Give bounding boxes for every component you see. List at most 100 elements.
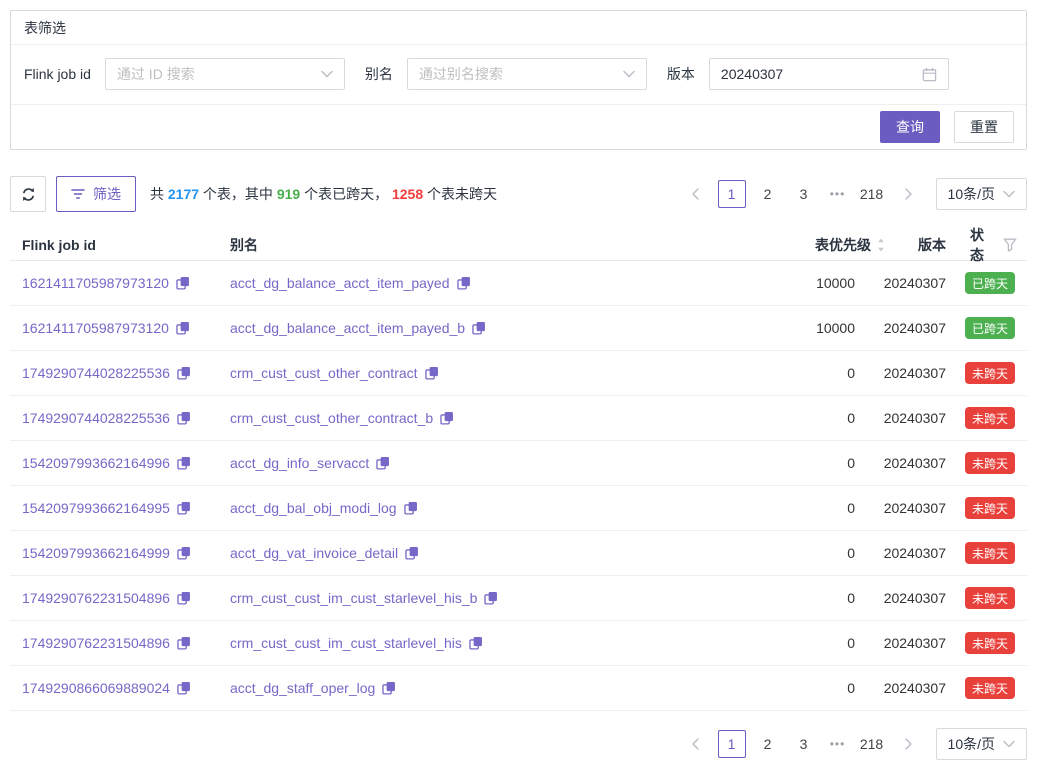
page-button-1[interactable]: 1 [718, 180, 746, 208]
alias-link[interactable]: crm_cust_cust_other_contract [230, 365, 418, 381]
status-badge: 未跨天 [965, 407, 1015, 429]
table-body: 1621411705987973120 acct_dg_balance_acct_… [10, 261, 1027, 711]
status-cell: 已跨天 [958, 272, 1027, 294]
priority-cell: 10000 [720, 320, 886, 336]
next-page-button[interactable] [894, 730, 922, 758]
copy-icon[interactable] [177, 591, 191, 605]
version-date-input[interactable] [721, 66, 922, 82]
filter-toggle-button[interactable]: 筛选 [56, 176, 136, 212]
funnel-icon[interactable] [1003, 238, 1017, 252]
status-cell: 已跨天 [958, 317, 1027, 339]
status-badge: 未跨天 [965, 677, 1015, 699]
copy-icon[interactable] [177, 681, 191, 695]
copy-icon[interactable] [376, 456, 390, 470]
alias-link[interactable]: acct_dg_vat_invoice_detail [230, 545, 398, 561]
alias-cell: crm_cust_cust_im_cust_starlevel_his [218, 635, 720, 651]
copy-icon[interactable] [472, 321, 486, 335]
summary-segment: 个表，其中 [199, 186, 277, 202]
copy-icon[interactable] [440, 411, 454, 425]
filter-card-header: 表筛选 [11, 11, 1026, 45]
alias-label: 别名 [365, 64, 393, 84]
table-row: 1749290866069889024 acct_dg_staff_oper_lo… [10, 666, 1027, 711]
copy-icon[interactable] [177, 456, 191, 470]
table-row: 1749290744028225536 crm_cust_cust_other_c… [10, 396, 1027, 441]
page-size-select[interactable]: 10条/页 [936, 178, 1027, 210]
reset-button[interactable]: 重置 [954, 111, 1014, 143]
alias-cell: acct_dg_balance_acct_item_payed_b [218, 320, 720, 336]
summary-count: 919 [277, 186, 300, 202]
copy-icon[interactable] [405, 546, 419, 560]
copy-icon[interactable] [177, 546, 191, 560]
page-button-3[interactable]: 3 [790, 180, 818, 208]
alias-cell: acct_dg_info_servacct [218, 455, 720, 471]
copy-icon[interactable] [404, 501, 418, 515]
page-size-select[interactable]: 10条/页 [936, 728, 1027, 760]
page-ellipsis[interactable]: ••• [826, 187, 850, 201]
page-button-2[interactable]: 2 [754, 180, 782, 208]
status-cell: 未跨天 [958, 497, 1027, 519]
copy-icon[interactable] [177, 501, 191, 515]
prev-page-button[interactable] [682, 730, 710, 758]
status-badge: 未跨天 [965, 497, 1015, 519]
copy-icon[interactable] [176, 276, 190, 290]
column-header-job-id: Flink job id [10, 237, 218, 253]
alias-link[interactable]: acct_dg_staff_oper_log [230, 680, 375, 696]
page-button-218[interactable]: 218 [858, 180, 886, 208]
copy-icon[interactable] [176, 321, 190, 335]
table-row: 1542097993662164995 acct_dg_bal_obj_modi_… [10, 486, 1027, 531]
pagination-top: 123 ••• 218 10条/页 [682, 178, 1027, 210]
alias-link[interactable]: acct_dg_balance_acct_item_payed [230, 275, 450, 291]
table-row: 1542097993662164996 acct_dg_info_servacct… [10, 441, 1027, 486]
alias-link[interactable]: crm_cust_cust_im_cust_starlevel_his [230, 635, 462, 651]
job-id-link[interactable]: 1749290744028225536 [22, 410, 170, 426]
job-id-link[interactable]: 1542097993662164996 [22, 455, 170, 471]
job-id-link[interactable]: 1749290744028225536 [22, 365, 170, 381]
job-id-link[interactable]: 1749290762231504896 [22, 635, 170, 651]
alias-link[interactable]: crm_cust_cust_im_cust_starlevel_his_b [230, 590, 477, 606]
status-cell: 未跨天 [958, 632, 1027, 654]
priority-cell: 0 [720, 410, 886, 426]
version-cell: 20240307 [886, 590, 958, 606]
priority-cell: 10000 [720, 275, 886, 291]
prev-page-button[interactable] [682, 180, 710, 208]
filter-card-title: 表筛选 [24, 18, 66, 38]
copy-icon[interactable] [177, 411, 191, 425]
filter-toggle-label: 筛选 [93, 184, 121, 204]
copy-icon[interactable] [425, 366, 439, 380]
alias-placeholder: 通过别名搜索 [419, 64, 623, 84]
priority-cell: 0 [720, 635, 886, 651]
query-button[interactable]: 查询 [880, 111, 940, 143]
page-ellipsis[interactable]: ••• [826, 737, 850, 751]
copy-icon[interactable] [382, 681, 396, 695]
job-id-link[interactable]: 1749290866069889024 [22, 680, 170, 696]
next-page-button[interactable] [894, 180, 922, 208]
job-id-link[interactable]: 1749290762231504896 [22, 590, 170, 606]
alias-link[interactable]: acct_dg_info_servacct [230, 455, 369, 471]
table-row: 1621411705987973120 acct_dg_balance_acct_… [10, 261, 1027, 306]
footer-bar: 123 ••• 218 10条/页 [10, 728, 1027, 760]
copy-icon[interactable] [177, 636, 191, 650]
copy-icon[interactable] [457, 276, 471, 290]
job-id-link[interactable]: 1621411705987973120 [22, 275, 169, 291]
page-button-2[interactable]: 2 [754, 730, 782, 758]
job-id-link[interactable]: 1542097993662164995 [22, 500, 170, 516]
copy-icon[interactable] [469, 636, 483, 650]
alias-link[interactable]: crm_cust_cust_other_contract_b [230, 410, 433, 426]
copy-icon[interactable] [484, 591, 498, 605]
alias-link[interactable]: acct_dg_bal_obj_modi_log [230, 500, 397, 516]
flink-job-id-select[interactable]: 通过 ID 搜索 [105, 58, 345, 90]
filter-lines-icon [71, 188, 85, 200]
job-id-cell: 1749290762231504896 [10, 590, 218, 606]
alias-link[interactable]: acct_dg_balance_acct_item_payed_b [230, 320, 465, 336]
field-alias: 别名 通过别名搜索 [365, 58, 647, 90]
alias-select[interactable]: 通过别名搜索 [407, 58, 647, 90]
page-button-3[interactable]: 3 [790, 730, 818, 758]
job-id-link[interactable]: 1621411705987973120 [22, 320, 169, 336]
sort-carets-icon[interactable] [876, 238, 886, 252]
refresh-button[interactable] [10, 176, 46, 212]
table-header-row: Flink job id 别名 表优先级 版本 状态 [10, 225, 1027, 261]
job-id-link[interactable]: 1542097993662164999 [22, 545, 170, 561]
copy-icon[interactable] [177, 366, 191, 380]
page-button-1[interactable]: 1 [718, 730, 746, 758]
page-button-218[interactable]: 218 [858, 730, 886, 758]
